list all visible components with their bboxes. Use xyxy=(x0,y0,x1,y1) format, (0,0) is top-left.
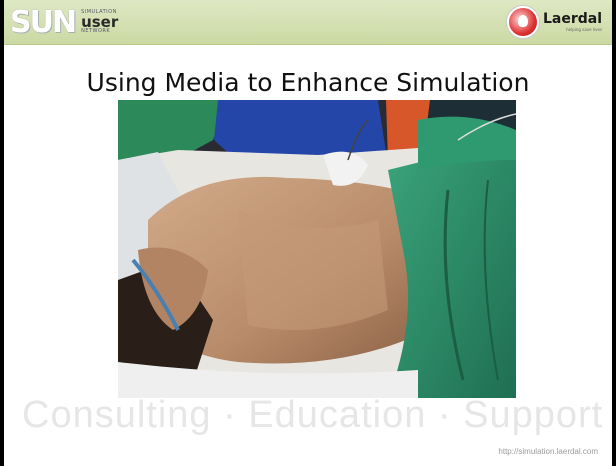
sun-logo-letters: SUN xyxy=(10,4,77,40)
sun-logo-user: user xyxy=(81,13,119,31)
laerdal-logo-name: Laerdal xyxy=(542,11,602,27)
laerdal-badge-icon xyxy=(506,6,539,38)
laerdal-logo: Laerdal helping save lives xyxy=(506,6,602,38)
patient-photo-illustration xyxy=(118,100,516,398)
footer-tagline: Consulting · Education · Support xyxy=(22,394,604,436)
surgery-patient-photo xyxy=(118,100,516,398)
sun-logo-line-bottom: NETWORK xyxy=(81,28,111,34)
presentation-slide: SUN SIMULATION user NETWORK Laerdal help… xyxy=(4,0,612,466)
footer-url: http://simulation.laerdal.com xyxy=(498,447,598,456)
sun-logo-text: SIMULATION user NETWORK xyxy=(81,10,118,34)
sun-user-network-logo: SUN SIMULATION user NETWORK xyxy=(10,4,118,40)
slide-title: Using Media to Enhance Simulation xyxy=(86,68,530,97)
laerdal-logo-text: Laerdal helping save lives xyxy=(542,11,602,33)
slide-header: SUN SIMULATION user NETWORK Laerdal help… xyxy=(4,0,612,45)
laerdal-logo-tagline: helping save lives xyxy=(566,27,602,32)
